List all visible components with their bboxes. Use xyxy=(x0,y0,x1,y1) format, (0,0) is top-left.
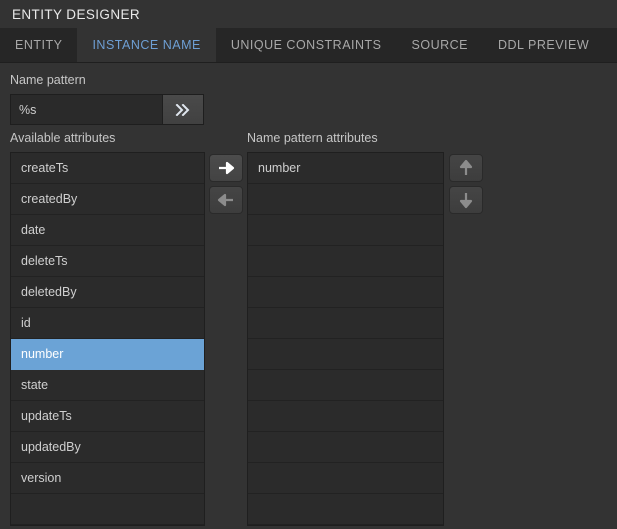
available-attributes-item[interactable]: state xyxy=(11,370,204,401)
arrow-up-icon xyxy=(459,159,473,177)
available-attributes-item[interactable]: updatedBy xyxy=(11,432,204,463)
available-attributes-item[interactable]: deleteTs xyxy=(11,246,204,277)
name-pattern-attributes-empty-row xyxy=(248,401,443,432)
name-pattern-input[interactable] xyxy=(11,95,162,124)
available-attributes-item[interactable]: deletedBy xyxy=(11,277,204,308)
available-attributes-item[interactable]: id xyxy=(11,308,204,339)
window-header: ENTITY DESIGNER xyxy=(0,0,617,28)
name-pattern-attributes-item[interactable]: number xyxy=(248,153,443,184)
name-pattern-attributes-empty-row xyxy=(248,184,443,215)
available-attributes-item[interactable]: version xyxy=(11,463,204,494)
name-pattern-attributes-empty-row xyxy=(248,308,443,339)
move-up-button[interactable] xyxy=(449,154,483,182)
name-pattern-row xyxy=(10,94,204,125)
tab-source[interactable]: SOURCE xyxy=(397,28,483,62)
available-attributes-item[interactable]: createTs xyxy=(11,153,204,184)
name-pattern-attributes-empty-row xyxy=(248,370,443,401)
available-attributes-item[interactable]: number xyxy=(11,339,204,370)
name-pattern-attributes-empty-row xyxy=(248,339,443,370)
available-attributes-list[interactable]: createTs createdBy date deleteTs deletedBy id… xyxy=(10,152,205,526)
arrow-down-icon xyxy=(459,191,473,209)
tab-bar: ENTITY INSTANCE NAME UNIQUE CONSTRAINTS SOU… xyxy=(0,28,617,63)
available-attributes-item[interactable]: date xyxy=(11,215,204,246)
name-pattern-attributes-empty-row xyxy=(248,277,443,308)
name-pattern-attributes-empty-row xyxy=(248,494,443,525)
move-right-button[interactable] xyxy=(209,154,243,182)
move-down-button[interactable] xyxy=(449,186,483,214)
name-pattern-label: Name pattern xyxy=(10,73,86,87)
entity-designer-window: ENTITY DESIGNER ENTITY INSTANCE NAME UNIQU… xyxy=(0,0,617,529)
double-chevron-right-icon xyxy=(175,103,191,116)
tab-ddl-preview[interactable]: DDL PREVIEW xyxy=(483,28,604,62)
move-left-button[interactable] xyxy=(209,186,243,214)
name-pattern-attributes-label: Name pattern attributes xyxy=(247,131,378,145)
available-attributes-item[interactable]: createdBy xyxy=(11,184,204,215)
name-pattern-expand-button[interactable] xyxy=(162,95,203,124)
arrow-right-icon xyxy=(217,161,235,175)
name-pattern-attributes-empty-row xyxy=(248,432,443,463)
arrow-left-icon xyxy=(217,193,235,207)
name-pattern-attributes-empty-row xyxy=(248,246,443,277)
available-attributes-label: Available attributes xyxy=(10,131,116,145)
available-attributes-item[interactable]: updateTs xyxy=(11,401,204,432)
name-pattern-attributes-list[interactable]: number xyxy=(247,152,444,526)
available-attributes-empty-row xyxy=(11,494,204,525)
name-pattern-attributes-empty-row xyxy=(248,463,443,494)
tab-unique-constraints[interactable]: UNIQUE CONSTRAINTS xyxy=(216,28,397,62)
name-pattern-attributes-empty-row xyxy=(248,215,443,246)
tab-content-instance-name: Name pattern Available attributes Name p… xyxy=(0,63,617,529)
tab-entity[interactable]: ENTITY xyxy=(0,28,77,62)
tab-instance-name[interactable]: INSTANCE NAME xyxy=(77,28,216,62)
page-title: ENTITY DESIGNER xyxy=(12,6,141,22)
